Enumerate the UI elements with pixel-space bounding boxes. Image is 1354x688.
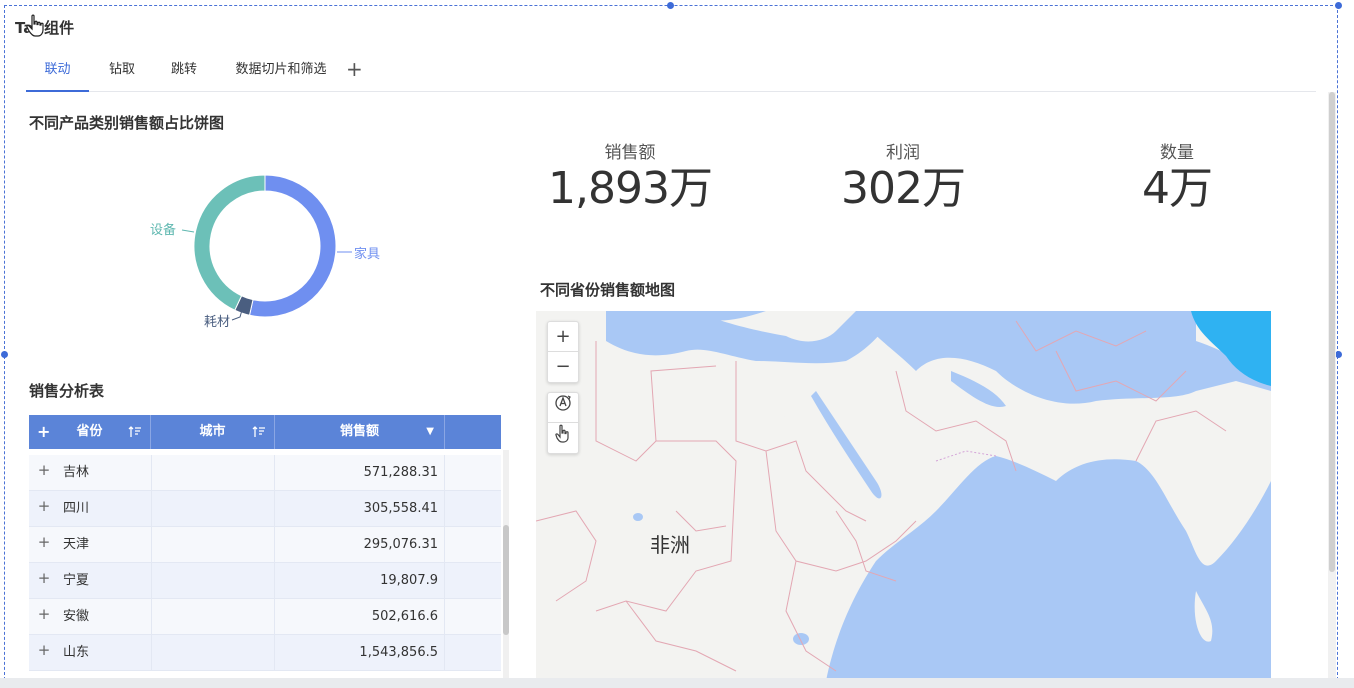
cell-province: 天津 <box>63 537 90 552</box>
kpi-quantity-label: 数量 <box>1160 143 1194 163</box>
tab-bar: 联动 钻取 跳转 数据切片和筛选 + <box>26 54 1316 92</box>
cell-province: 山东 <box>63 645 90 660</box>
cell-city <box>151 635 275 671</box>
sales-map[interactable]: + − 非洲 <box>536 311 1271 681</box>
table-scrollbar-thumb[interactable] <box>503 525 509 635</box>
header-city: 城市 <box>151 415 275 449</box>
cell-sales: 502,616.6 <box>275 599 445 635</box>
cell-province: 四川 <box>63 501 90 516</box>
kpi-quantity: 数量 4万 <box>1067 138 1287 215</box>
header-province-label: 省份 <box>76 424 103 439</box>
bottom-bar <box>0 678 1354 688</box>
kpi-sales: 销售额 1,893万 <box>520 138 740 215</box>
pie-label-equipment: 设备 <box>150 223 177 238</box>
sort-icon[interactable] <box>252 426 266 438</box>
cell-province: 吉林 <box>63 465 90 480</box>
kpi-profit-value: 302万 <box>841 163 966 214</box>
tab-slice-filter[interactable]: 数据切片和筛选 <box>226 54 336 92</box>
map-canvas[interactable] <box>536 311 1271 681</box>
map-region-label: 非洲 <box>650 533 690 557</box>
cell-sales: 19,807.9 <box>275 563 445 599</box>
header-province: + 省份 <box>29 415 151 449</box>
table-row[interactable]: + 天津 295,076.31 <box>29 527 501 563</box>
pie-slice-equipment[interactable] <box>193 174 266 311</box>
tab-drill[interactable]: 钻取 <box>96 54 148 92</box>
cell-city <box>151 563 275 599</box>
cell-sales: 571,288.31 <box>275 455 445 491</box>
table-scrollbar[interactable] <box>503 450 509 680</box>
pie-chart: 设备 家具 耗材 <box>120 160 420 350</box>
add-tab-button[interactable]: + <box>346 58 363 80</box>
table-row[interactable]: + 山东 1,543,856.5 <box>29 635 501 671</box>
page-scrollbar-thumb[interactable] <box>1329 92 1335 572</box>
compass-reset-icon <box>555 395 571 411</box>
tab-linkage[interactable]: 联动 <box>26 54 89 92</box>
cell-sales: 295,076.31 <box>275 527 445 563</box>
expand-row-button[interactable]: + <box>37 463 51 478</box>
expand-row-button[interactable]: + <box>37 499 51 514</box>
expand-row-button[interactable]: + <box>37 607 51 622</box>
map-zoom-controls: + − <box>547 321 579 383</box>
header-sales: 销售额 ▼ <box>275 415 445 449</box>
table-header: + 省份 城市 销售额 ▼ <box>29 415 501 449</box>
map-tool-controls <box>547 392 579 454</box>
header-sales-label: 销售额 <box>339 424 379 439</box>
zoom-out-button[interactable]: − <box>548 352 578 382</box>
table-title: 销售分析表 <box>29 382 105 400</box>
expand-row-button[interactable]: + <box>37 535 51 550</box>
pie-slice-furniture[interactable] <box>248 174 337 318</box>
tab-jump[interactable]: 跳转 <box>158 54 210 92</box>
kpi-profit-label: 利润 <box>886 143 920 163</box>
expand-all-button[interactable]: + <box>37 415 50 449</box>
pie-label-supplies: 耗材 <box>204 315 231 330</box>
dashboard-canvas: Tab组件 联动 钻取 跳转 数据切片和筛选 + 不同产品类别销售额占比饼图 设… <box>0 0 1354 688</box>
cell-city <box>151 527 275 563</box>
hand-cursor-icon <box>26 14 44 37</box>
cell-province: 安徽 <box>63 609 90 624</box>
sales-analysis-table: + 省份 城市 销售额 ▼ + 吉林 571,288.31 + 四川 305,558.41… <box>29 415 501 677</box>
cell-city <box>151 455 275 491</box>
cell-sales: 1,543,856.5 <box>275 635 445 671</box>
hand-pan-icon <box>555 424 569 443</box>
table-row[interactable]: + 宁夏 19,807.9 <box>29 563 501 599</box>
kpi-profit: 利润 302万 <box>793 138 1013 215</box>
resize-handle-top[interactable] <box>667 2 674 9</box>
cell-city <box>151 599 275 635</box>
zoom-in-button[interactable]: + <box>548 322 578 352</box>
kpi-quantity-value: 4万 <box>1142 163 1213 214</box>
kpi-sales-value: 1,893万 <box>548 163 713 214</box>
pie-label-furniture: 家具 <box>354 247 381 262</box>
map-title: 不同省份销售额地图 <box>540 281 676 299</box>
resize-handle-top-right[interactable] <box>1335 2 1342 9</box>
pan-tool-button[interactable] <box>548 423 578 453</box>
sort-icon[interactable] <box>128 426 142 438</box>
pie-leader-equipment <box>181 229 195 233</box>
pie-chart-title: 不同产品类别销售额占比饼图 <box>29 114 225 132</box>
resize-handle-left[interactable] <box>1 351 8 358</box>
resize-handle-right[interactable] <box>1335 351 1342 358</box>
cell-city <box>151 491 275 527</box>
cell-sales: 305,558.41 <box>275 491 445 527</box>
expand-row-button[interactable]: + <box>37 571 51 586</box>
cell-province: 宁夏 <box>63 573 90 588</box>
page-scrollbar[interactable] <box>1328 92 1336 682</box>
sort-desc-icon[interactable]: ▼ <box>426 415 434 449</box>
table-row[interactable]: + 吉林 571,288.31 <box>29 455 501 491</box>
header-city-label: 城市 <box>199 424 226 439</box>
kpi-sales-label: 销售额 <box>604 143 656 163</box>
expand-row-button[interactable]: + <box>37 643 51 658</box>
table-row[interactable]: + 四川 305,558.41 <box>29 491 501 527</box>
table-body: + 吉林 571,288.31 + 四川 305,558.41 + 天津 295,076.31 +… <box>29 455 501 671</box>
table-row[interactable]: + 安徽 502,616.6 <box>29 599 501 635</box>
reset-rotation-button[interactable] <box>548 393 578 423</box>
